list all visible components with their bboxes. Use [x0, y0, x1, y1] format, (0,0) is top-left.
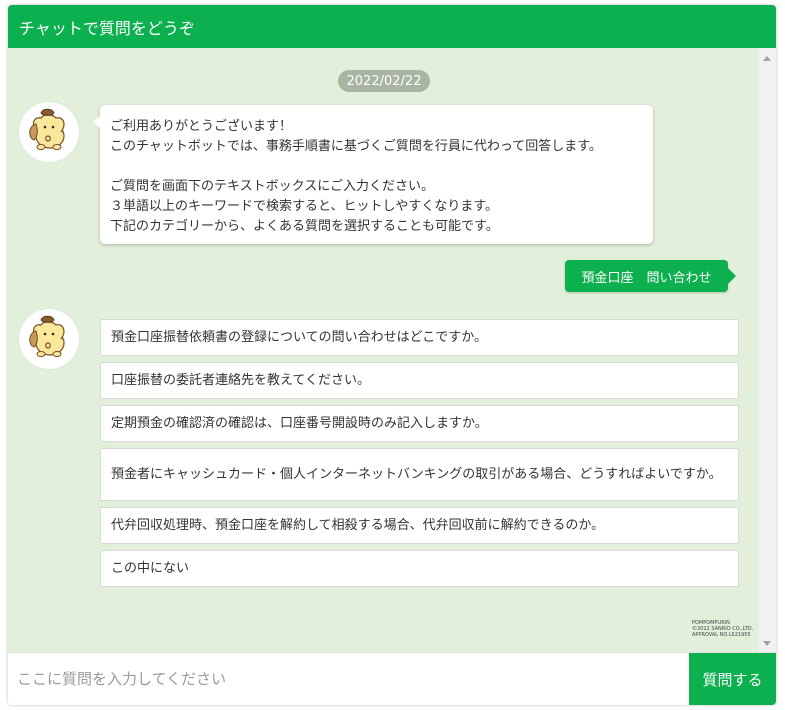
- copyright-line: APPROVAL NO.L621955: [692, 632, 751, 638]
- user-message-bubble: 預金口座 問い合わせ: [565, 260, 736, 292]
- header-title: チャットで質問をどうぞ: [19, 18, 195, 38]
- bot-message-line: ご質問を画面下のテキストボックスにご入力ください。: [110, 179, 434, 194]
- faq-option[interactable]: 定期預金の確認済の確認は、口座番号開設時のみ記入しますか。: [100, 405, 739, 442]
- send-question-button[interactable]: 質問する: [689, 653, 776, 705]
- chat-window: チャットで質問をどうぞ 2022/02/22 ご利用ありがとうございます！ この…: [8, 5, 776, 705]
- bot-message-bubble: ご利用ありがとうございます！ このチャットボットでは、事務手順書に基づくご質問を…: [93, 105, 653, 244]
- input-bar: 質問する: [8, 652, 776, 705]
- bot-avatar: [19, 309, 79, 369]
- chat-header: チャットで質問をどうぞ: [8, 5, 776, 48]
- scroll-down-arrow-icon[interactable]: [763, 641, 771, 646]
- chat-area[interactable]: 2022/02/22 ご利用ありがとうございます！ このチャットボットでは、事務…: [8, 48, 776, 652]
- bot-message-line: 下記のカテゴリーから、よくある質問を選択することも可能です。: [110, 219, 499, 234]
- date-badge: 2022/02/22: [338, 70, 430, 92]
- bot-avatar: [19, 102, 79, 162]
- faq-option[interactable]: 預金者にキャッシュカード・個人インターネットバンキングの取引がある場合、どうすれ…: [100, 448, 739, 501]
- faq-option[interactable]: 預金口座振替依頼書の登録についての問い合わせはどこですか。: [100, 319, 739, 356]
- faq-option[interactable]: 口座振替の委託者連絡先を教えてください。: [100, 362, 739, 399]
- chat-scrollbar[interactable]: [759, 48, 776, 652]
- user-message-text: 預金口座 問い合わせ: [581, 270, 712, 286]
- bot-message-line: ３単語以上のキーワードで検索すると、ヒットしやすくなります。: [110, 199, 499, 214]
- faq-options: 預金口座振替依頼書の登録についての問い合わせはどこですか。 口座振替の委託者連絡…: [100, 319, 739, 593]
- faq-option-none[interactable]: この中にない: [100, 550, 739, 587]
- faq-option[interactable]: 代弁回収処理時、預金口座を解約して相殺する場合、代弁回収前に解約できるのか。: [100, 507, 739, 544]
- pompompurin-avatar-icon: [29, 108, 65, 150]
- bot-message-line: ご利用ありがとうございます！: [110, 119, 293, 134]
- copyright-notice: POMPOMPURIN ©2022 SANRIO CO.,LTD. APPROV…: [692, 620, 753, 638]
- scroll-up-arrow-icon[interactable]: [763, 56, 771, 61]
- question-input[interactable]: [8, 653, 688, 705]
- bot-message-line: このチャットボットでは、事務手順書に基づくご質問を行員に代わって回答します。: [110, 139, 602, 154]
- pompompurin-avatar-icon: [29, 315, 65, 357]
